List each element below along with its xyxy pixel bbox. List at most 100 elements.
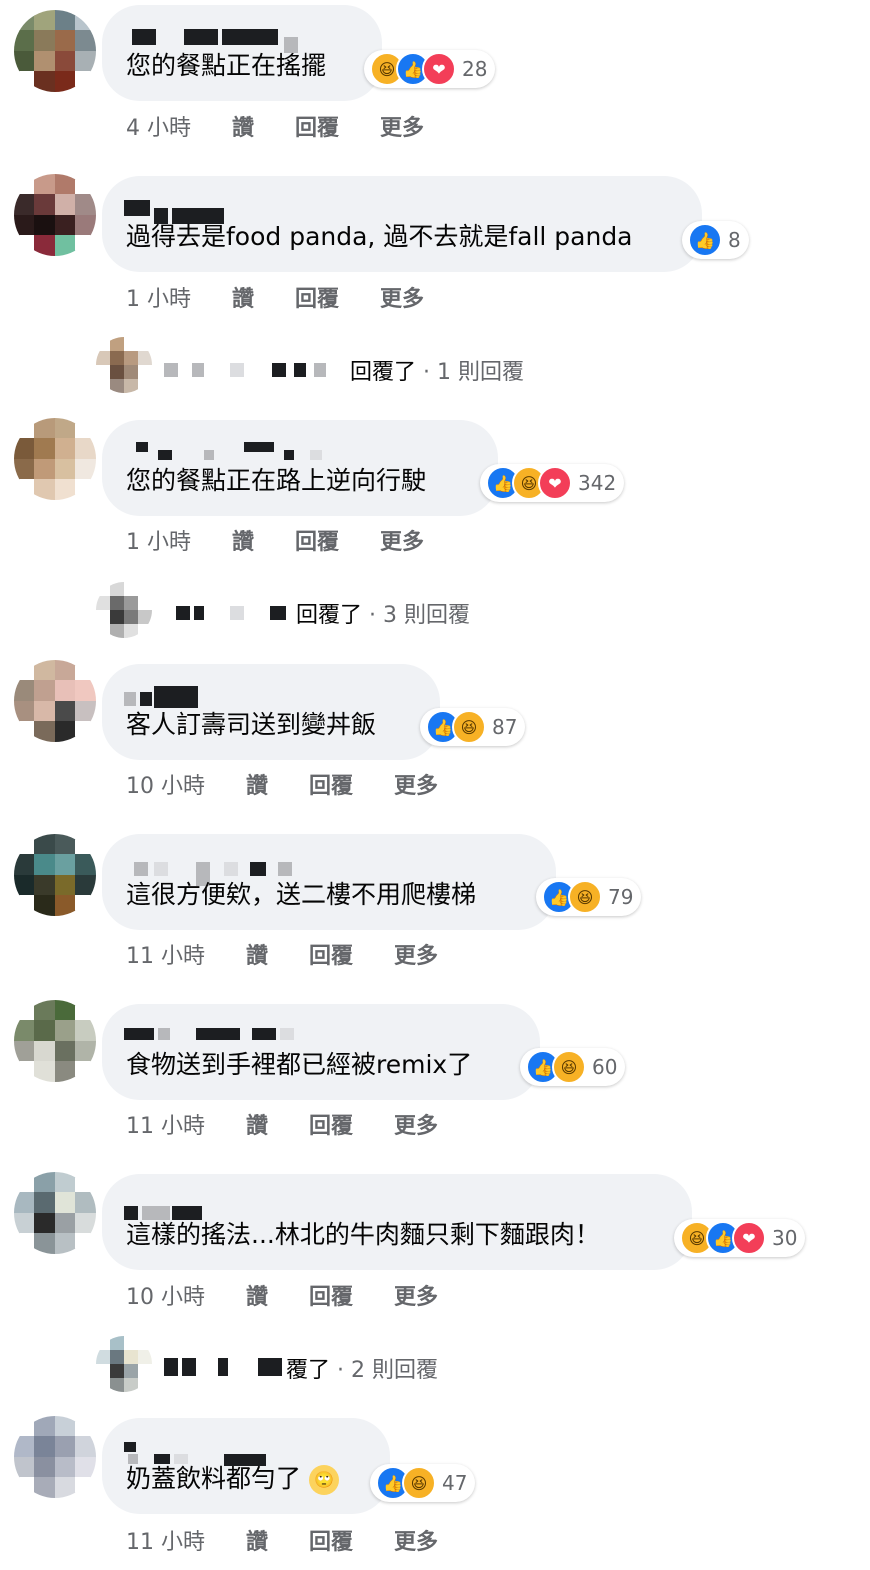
more-button[interactable]: 更多 bbox=[394, 1524, 438, 1556]
replied-label: 覆了 bbox=[286, 1358, 331, 1383]
face-with-rolling-eyes-icon: 🙄 bbox=[308, 1465, 339, 1495]
comment-bubble: 您的餐點正在路上逆向行駛 bbox=[102, 420, 498, 516]
like-button[interactable]: 讚 bbox=[232, 281, 254, 313]
comment-actions: 10 小時 讚 回覆 更多 bbox=[126, 1279, 472, 1311]
reaction-count: 60 bbox=[592, 1055, 618, 1079]
comment-time[interactable]: 11 小時 bbox=[126, 1524, 205, 1556]
comment-bubble: 這樣的搖法...林北的牛肉麵只剩下麵跟肉！ bbox=[102, 1174, 692, 1270]
reply-count: 3 則回覆 bbox=[383, 603, 470, 628]
comment-time[interactable]: 1 小時 bbox=[126, 524, 191, 556]
comment-time[interactable]: 1 小時 bbox=[126, 281, 191, 313]
haha-reaction-icon: 😆 bbox=[552, 1050, 586, 1084]
comment-bubble: 奶蓋飲料都勻了 🙄 bbox=[102, 1418, 390, 1514]
reply-button[interactable]: 回覆 bbox=[295, 524, 339, 556]
comment-text: 客人訂壽司送到變丼飯 bbox=[126, 710, 377, 739]
comment-actions: 1 小時 讚 回覆 更多 bbox=[126, 524, 458, 556]
reaction-summary[interactable]: 👍 😆 79 bbox=[536, 878, 642, 916]
more-button[interactable]: 更多 bbox=[394, 1108, 438, 1140]
comment-text: 這很方便欸，送二樓不用爬樓梯 bbox=[126, 880, 477, 909]
more-button[interactable]: 更多 bbox=[394, 938, 438, 970]
comment-time[interactable]: 11 小時 bbox=[126, 938, 205, 970]
reaction-summary[interactable]: 👍 😆 47 bbox=[370, 1464, 476, 1502]
reply-button[interactable]: 回覆 bbox=[295, 110, 339, 142]
comment-text: 這樣的搖法...林北的牛肉麵只剩下麵跟肉！ bbox=[126, 1220, 600, 1249]
reaction-summary[interactable]: 😆 👍 ❤ 30 bbox=[674, 1219, 806, 1257]
commenter-avatar[interactable] bbox=[14, 1172, 96, 1254]
commenter-avatar[interactable] bbox=[14, 418, 96, 500]
commenter-avatar[interactable] bbox=[14, 1416, 96, 1498]
comment-actions: 4 小時 讚 回覆 更多 bbox=[126, 110, 458, 142]
comment-text-content: 奶蓋飲料都勻了 bbox=[126, 1464, 302, 1493]
reaction-summary[interactable]: 👍 8 bbox=[682, 221, 749, 259]
comment-text: 奶蓋飲料都勻了 🙄 bbox=[126, 1462, 339, 1496]
love-reaction-icon: ❤ bbox=[732, 1221, 766, 1255]
comment-time[interactable]: 4 小時 bbox=[126, 110, 191, 142]
comment-time[interactable]: 10 小時 bbox=[126, 768, 205, 800]
reaction-summary[interactable]: 👍 😆 87 bbox=[420, 708, 526, 746]
haha-reaction-icon: 😆 bbox=[452, 710, 486, 744]
reaction-count: 8 bbox=[728, 228, 741, 252]
reply-button[interactable]: 回覆 bbox=[309, 768, 353, 800]
reply-button[interactable]: 回覆 bbox=[309, 1108, 353, 1140]
replier-avatar[interactable] bbox=[96, 582, 152, 638]
comment-time[interactable]: 10 小時 bbox=[126, 1279, 205, 1311]
comment-text: 您的餐點正在路上逆向行駛 bbox=[126, 466, 427, 495]
more-button[interactable]: 更多 bbox=[380, 524, 424, 556]
reaction-count: 342 bbox=[578, 471, 617, 495]
haha-reaction-icon: 😆 bbox=[568, 880, 602, 914]
view-replies-link[interactable]: 回覆了 · 1 則回覆 bbox=[350, 354, 524, 386]
comment-text: 您的餐點正在搖擺 bbox=[126, 51, 327, 80]
reply-count: 1 則回覆 bbox=[437, 360, 524, 385]
like-button[interactable]: 讚 bbox=[232, 110, 254, 142]
commenter-avatar[interactable] bbox=[14, 1000, 96, 1082]
replier-avatar[interactable] bbox=[96, 1336, 152, 1392]
reaction-count: 79 bbox=[608, 885, 634, 909]
commenter-avatar[interactable] bbox=[14, 660, 96, 742]
like-button[interactable]: 讚 bbox=[246, 768, 268, 800]
commenter-avatar[interactable] bbox=[14, 174, 96, 256]
comment-time[interactable]: 11 小時 bbox=[126, 1108, 205, 1140]
replier-name[interactable] bbox=[164, 363, 344, 377]
like-button[interactable]: 讚 bbox=[246, 1279, 268, 1311]
reaction-summary[interactable]: 😆 👍 ❤ 28 bbox=[364, 50, 496, 88]
reply-button[interactable]: 回覆 bbox=[309, 1524, 353, 1556]
like-button[interactable]: 讚 bbox=[246, 1108, 268, 1140]
more-button[interactable]: 更多 bbox=[380, 110, 424, 142]
reply-count: 2 則回覆 bbox=[351, 1358, 438, 1383]
more-button[interactable]: 更多 bbox=[394, 1279, 438, 1311]
commenter-avatar[interactable] bbox=[14, 834, 96, 916]
view-replies-link[interactable]: 回覆了 · 3 則回覆 bbox=[296, 597, 470, 629]
comment-actions: 11 小時 讚 回覆 更多 bbox=[126, 1524, 472, 1556]
like-button[interactable]: 讚 bbox=[232, 524, 254, 556]
haha-reaction-icon: 😆 bbox=[402, 1466, 436, 1500]
comment-actions: 11 小時 讚 回覆 更多 bbox=[126, 938, 472, 970]
comment-bubble: 您的餐點正在搖擺 bbox=[102, 5, 382, 101]
reaction-count: 87 bbox=[492, 715, 518, 739]
like-button[interactable]: 讚 bbox=[246, 938, 268, 970]
reaction-summary[interactable]: 👍 😆 ❤ 342 bbox=[480, 464, 625, 502]
view-replies-link[interactable]: 覆了 · 2 則回覆 bbox=[286, 1352, 438, 1384]
replier-avatar[interactable] bbox=[96, 337, 152, 393]
reaction-count: 28 bbox=[462, 57, 488, 81]
replier-name[interactable] bbox=[176, 606, 296, 620]
replied-label: 回覆了 bbox=[296, 603, 363, 628]
more-button[interactable]: 更多 bbox=[380, 281, 424, 313]
comment-text: 過得去是food panda, 過不去就是fall panda bbox=[126, 222, 633, 251]
like-reaction-icon: 👍 bbox=[688, 223, 722, 257]
replied-label: 回覆了 bbox=[350, 360, 417, 385]
reaction-count: 47 bbox=[442, 1471, 468, 1495]
reply-button[interactable]: 回覆 bbox=[309, 1279, 353, 1311]
comment-bubble: 過得去是food panda, 過不去就是fall panda bbox=[102, 176, 702, 272]
more-button[interactable]: 更多 bbox=[394, 768, 438, 800]
replier-name[interactable] bbox=[164, 1358, 284, 1376]
comment-actions: 10 小時 讚 回覆 更多 bbox=[126, 768, 472, 800]
commenter-avatar[interactable] bbox=[14, 10, 96, 92]
love-reaction-icon: ❤ bbox=[538, 466, 572, 500]
reaction-summary[interactable]: 👍 😆 60 bbox=[520, 1048, 626, 1086]
like-button[interactable]: 讚 bbox=[246, 1524, 268, 1556]
love-reaction-icon: ❤ bbox=[422, 52, 456, 86]
comment-actions: 11 小時 讚 回覆 更多 bbox=[126, 1108, 472, 1140]
reply-button[interactable]: 回覆 bbox=[295, 281, 339, 313]
reply-button[interactable]: 回覆 bbox=[309, 938, 353, 970]
comment-actions: 1 小時 讚 回覆 更多 bbox=[126, 281, 458, 313]
